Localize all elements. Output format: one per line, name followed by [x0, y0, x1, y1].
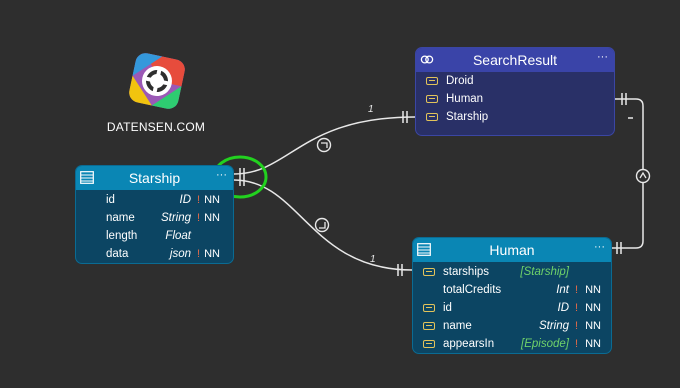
- datensen-logo-icon: [129, 53, 185, 109]
- field-name: totalCredits: [443, 284, 502, 296]
- cardinality-label-search: 1: [368, 104, 374, 115]
- member-row[interactable]: Starship: [416, 108, 614, 126]
- field-type: Float: [165, 230, 191, 242]
- entity-header[interactable]: Starship ···: [76, 166, 233, 190]
- nn-label: NN: [204, 194, 220, 206]
- member-row[interactable]: Human: [416, 90, 614, 108]
- union-icon: [420, 55, 434, 64]
- relation-marker-right: [635, 168, 651, 184]
- field-row[interactable]: appearsIn [Episode] ! NN: [413, 335, 611, 353]
- not-null-mark: !: [574, 338, 578, 350]
- field-name: length: [106, 230, 138, 242]
- nn-label: NN: [585, 320, 601, 332]
- field-type: String: [538, 320, 569, 332]
- field-row[interactable]: name String ! NN: [76, 209, 233, 227]
- not-null-mark: !: [196, 194, 200, 206]
- field-name: name: [106, 212, 135, 224]
- relation-marker-bottom: [314, 217, 330, 233]
- not-null-mark: !: [574, 302, 578, 314]
- table-icon: [80, 171, 94, 184]
- entity-starship[interactable]: Starship ··· id ID ! NN name String ! NN…: [75, 165, 234, 264]
- entity-title: SearchResult: [472, 52, 558, 68]
- link-field-icon: [423, 322, 435, 330]
- more-options-icon[interactable]: ···: [216, 169, 227, 181]
- entity-title: Human: [489, 242, 535, 258]
- field-type: Int: [556, 284, 569, 296]
- nn-label: NN: [204, 212, 220, 224]
- field-row[interactable]: id ID ! NN: [76, 191, 233, 209]
- nn-label: NN: [204, 248, 220, 260]
- nn-label: NN: [585, 302, 601, 314]
- link-field-icon: [423, 268, 435, 276]
- cardinality-label-human: 1: [370, 254, 376, 265]
- more-options-icon[interactable]: ···: [594, 241, 605, 253]
- member-row[interactable]: Droid: [416, 72, 614, 90]
- link-field-icon: [426, 95, 438, 103]
- not-null-mark: !: [574, 284, 578, 296]
- not-null-mark: !: [196, 212, 200, 224]
- entity-header[interactable]: Human ···: [413, 238, 611, 262]
- field-name: appearsIn: [443, 338, 495, 350]
- field-name: name: [443, 320, 472, 332]
- member-name: Droid: [446, 75, 474, 87]
- relation-marker-top: [316, 137, 332, 153]
- member-name: Human: [446, 93, 484, 105]
- field-type: ID: [557, 302, 570, 314]
- field-row[interactable]: length Float: [76, 227, 233, 245]
- entity-header[interactable]: SearchResult ···: [416, 48, 614, 72]
- field-row[interactable]: data json ! NN: [76, 245, 233, 263]
- logo-text: DATENSEN.COM: [106, 120, 206, 134]
- field-type: [Starship]: [520, 266, 569, 278]
- field-type: String: [160, 212, 191, 224]
- field-name: starships: [443, 266, 490, 278]
- field-row[interactable]: name String ! NN: [413, 317, 611, 335]
- link-field-icon: [426, 77, 438, 85]
- entity-searchresult[interactable]: SearchResult ··· Droid Human Starship: [415, 47, 615, 136]
- link-field-icon: [423, 340, 435, 348]
- nn-label: NN: [585, 338, 601, 350]
- field-type: json: [169, 248, 191, 260]
- nn-label: NN: [585, 284, 601, 296]
- entity-human[interactable]: Human ··· starships [Starship] totalCred…: [412, 237, 612, 354]
- member-name: Starship: [446, 111, 489, 123]
- field-name: id: [106, 194, 115, 206]
- not-null-mark: !: [196, 248, 200, 260]
- entity-title: Starship: [128, 170, 181, 186]
- field-name: id: [443, 302, 452, 314]
- table-icon: [417, 243, 431, 256]
- field-type: ID: [179, 194, 192, 206]
- more-options-icon[interactable]: ···: [597, 51, 608, 63]
- link-field-icon: [423, 304, 435, 312]
- field-row[interactable]: id ID ! NN: [413, 299, 611, 317]
- field-type: [Episode]: [521, 338, 569, 350]
- not-null-mark: !: [574, 320, 578, 332]
- field-row[interactable]: starships [Starship]: [413, 263, 611, 281]
- field-row[interactable]: totalCredits Int ! NN: [413, 281, 611, 299]
- link-field-icon: [426, 113, 438, 121]
- field-name: data: [106, 248, 129, 260]
